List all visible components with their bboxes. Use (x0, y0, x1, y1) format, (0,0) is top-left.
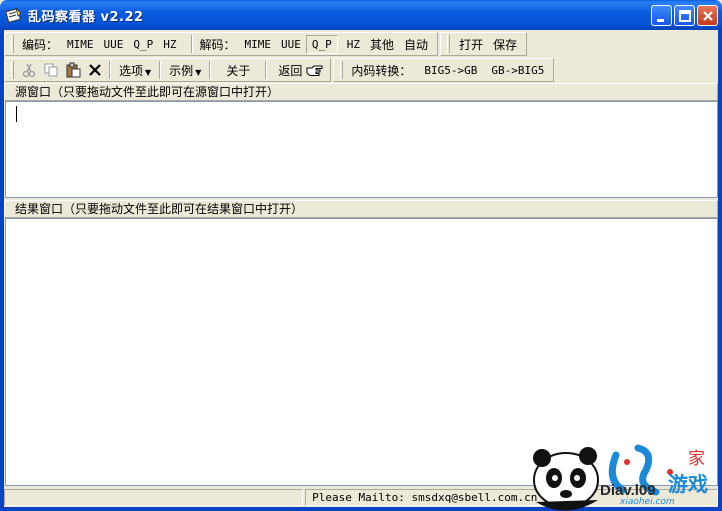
watermark-url: xiaohei.com (620, 497, 675, 507)
app-icon[interactable] (5, 7, 22, 23)
window-title: 乱码察看器 v2.22 (28, 10, 144, 25)
minimize-button[interactable] (651, 5, 672, 26)
back-button[interactable]: 返回 (270, 60, 304, 81)
encode-mime-button[interactable]: MIME (62, 36, 99, 53)
about-button[interactable]: 关于 (214, 60, 262, 81)
open-button[interactable]: 打开 (454, 34, 488, 55)
convert-group: 内码转换： BIG5->GB GB->BIG5 (333, 58, 555, 82)
toolbar-separator (159, 61, 162, 79)
toolbar-separator (190, 35, 193, 53)
decode-label: 解码： (199, 37, 236, 52)
big5-to-gb-button[interactable]: BIG5->GB (419, 62, 482, 79)
status-pane-left (4, 489, 304, 506)
watermark-logo: Diav.l09 游戏 家 xiaohei.com (528, 440, 722, 511)
copy-icon (44, 63, 58, 77)
text-caret (16, 106, 17, 122)
toolbar-separator (265, 61, 268, 79)
decode-hz-button[interactable]: HZ (342, 36, 365, 53)
cut-button[interactable] (18, 60, 40, 80)
close-icon (703, 11, 713, 21)
source-panel-header: 源窗口（只要拖动文件至此即可在源窗口中打开） (4, 83, 718, 101)
copy-button[interactable] (40, 60, 62, 80)
decode-mime-button[interactable]: MIME (240, 36, 277, 53)
back-hand-button[interactable] (304, 60, 326, 80)
delete-button[interactable] (84, 60, 106, 80)
encode-label: 编码： (22, 37, 59, 52)
convert-label: 内码转换： (351, 63, 412, 78)
encode-uue-button[interactable]: UUE (99, 36, 129, 53)
scissors-icon (22, 63, 36, 78)
close-button[interactable] (697, 5, 718, 26)
title-bar[interactable]: 乱码察看器 v2.22 (0, 0, 722, 30)
options-label: 选项 (119, 63, 144, 78)
decode-other-button[interactable]: 其他 (365, 34, 399, 55)
toolbar-separator (109, 61, 111, 79)
file-group: 打开 保存 (440, 32, 528, 56)
toolbar-grip[interactable] (447, 35, 451, 53)
decode-qp-button[interactable]: Q_P (305, 34, 338, 54)
watermark-text-2: 游戏 (668, 472, 708, 496)
result-panel-header: 结果窗口（只要拖动文件至此即可在结果窗口中打开） (4, 200, 718, 218)
dropdown-arrow-icon: ▼ (145, 67, 152, 77)
watermark-text-3: 家 (688, 449, 705, 469)
paste-icon (66, 62, 81, 78)
minimize-icon (657, 19, 664, 22)
maximize-button[interactable] (674, 5, 695, 26)
edit-group: 选项 ▼ 示例 ▼ 关于 返回 (4, 58, 332, 82)
toolbar-edit: 选项 ▼ 示例 ▼ 关于 返回 内码转换： BIG5->GB GB->BIG5 (4, 57, 556, 83)
examples-label: 示例 (169, 63, 194, 78)
encode-group: 编码： MIME UUE Q_P HZ 解码： MIME UUE Q_P HZ … (4, 32, 439, 56)
status-text: Please Mailto: smsdxq@sbell.com.cn (312, 491, 538, 504)
window-frame-right (718, 30, 722, 511)
maximize-icon (679, 10, 691, 22)
decode-uue-button[interactable]: UUE (276, 36, 306, 53)
encode-hz-button[interactable]: HZ (158, 36, 181, 53)
source-textarea[interactable] (5, 101, 718, 198)
gb-to-big5-button[interactable]: GB->BIG5 (486, 62, 549, 79)
delete-icon (89, 64, 101, 76)
pointing-hand-icon (306, 65, 323, 76)
examples-dropdown[interactable]: 示例 ▼ (164, 60, 206, 81)
window-frame-left (0, 30, 4, 511)
decode-auto-button[interactable]: 自动 (399, 34, 433, 55)
toolbar-separator (209, 61, 212, 79)
save-button[interactable]: 保存 (488, 34, 522, 55)
dropdown-arrow-icon: ▼ (195, 67, 202, 77)
toolbar-grip[interactable] (340, 61, 344, 79)
encode-qp-button[interactable]: Q_P (128, 36, 158, 53)
options-dropdown[interactable]: 选项 ▼ (114, 60, 156, 81)
paste-button[interactable] (62, 60, 84, 80)
toolbar-encoding: 编码： MIME UUE Q_P HZ 解码： MIME UUE Q_P HZ … (4, 31, 529, 57)
toolbar-grip[interactable] (11, 35, 14, 53)
toolbar-grip[interactable] (11, 61, 14, 79)
